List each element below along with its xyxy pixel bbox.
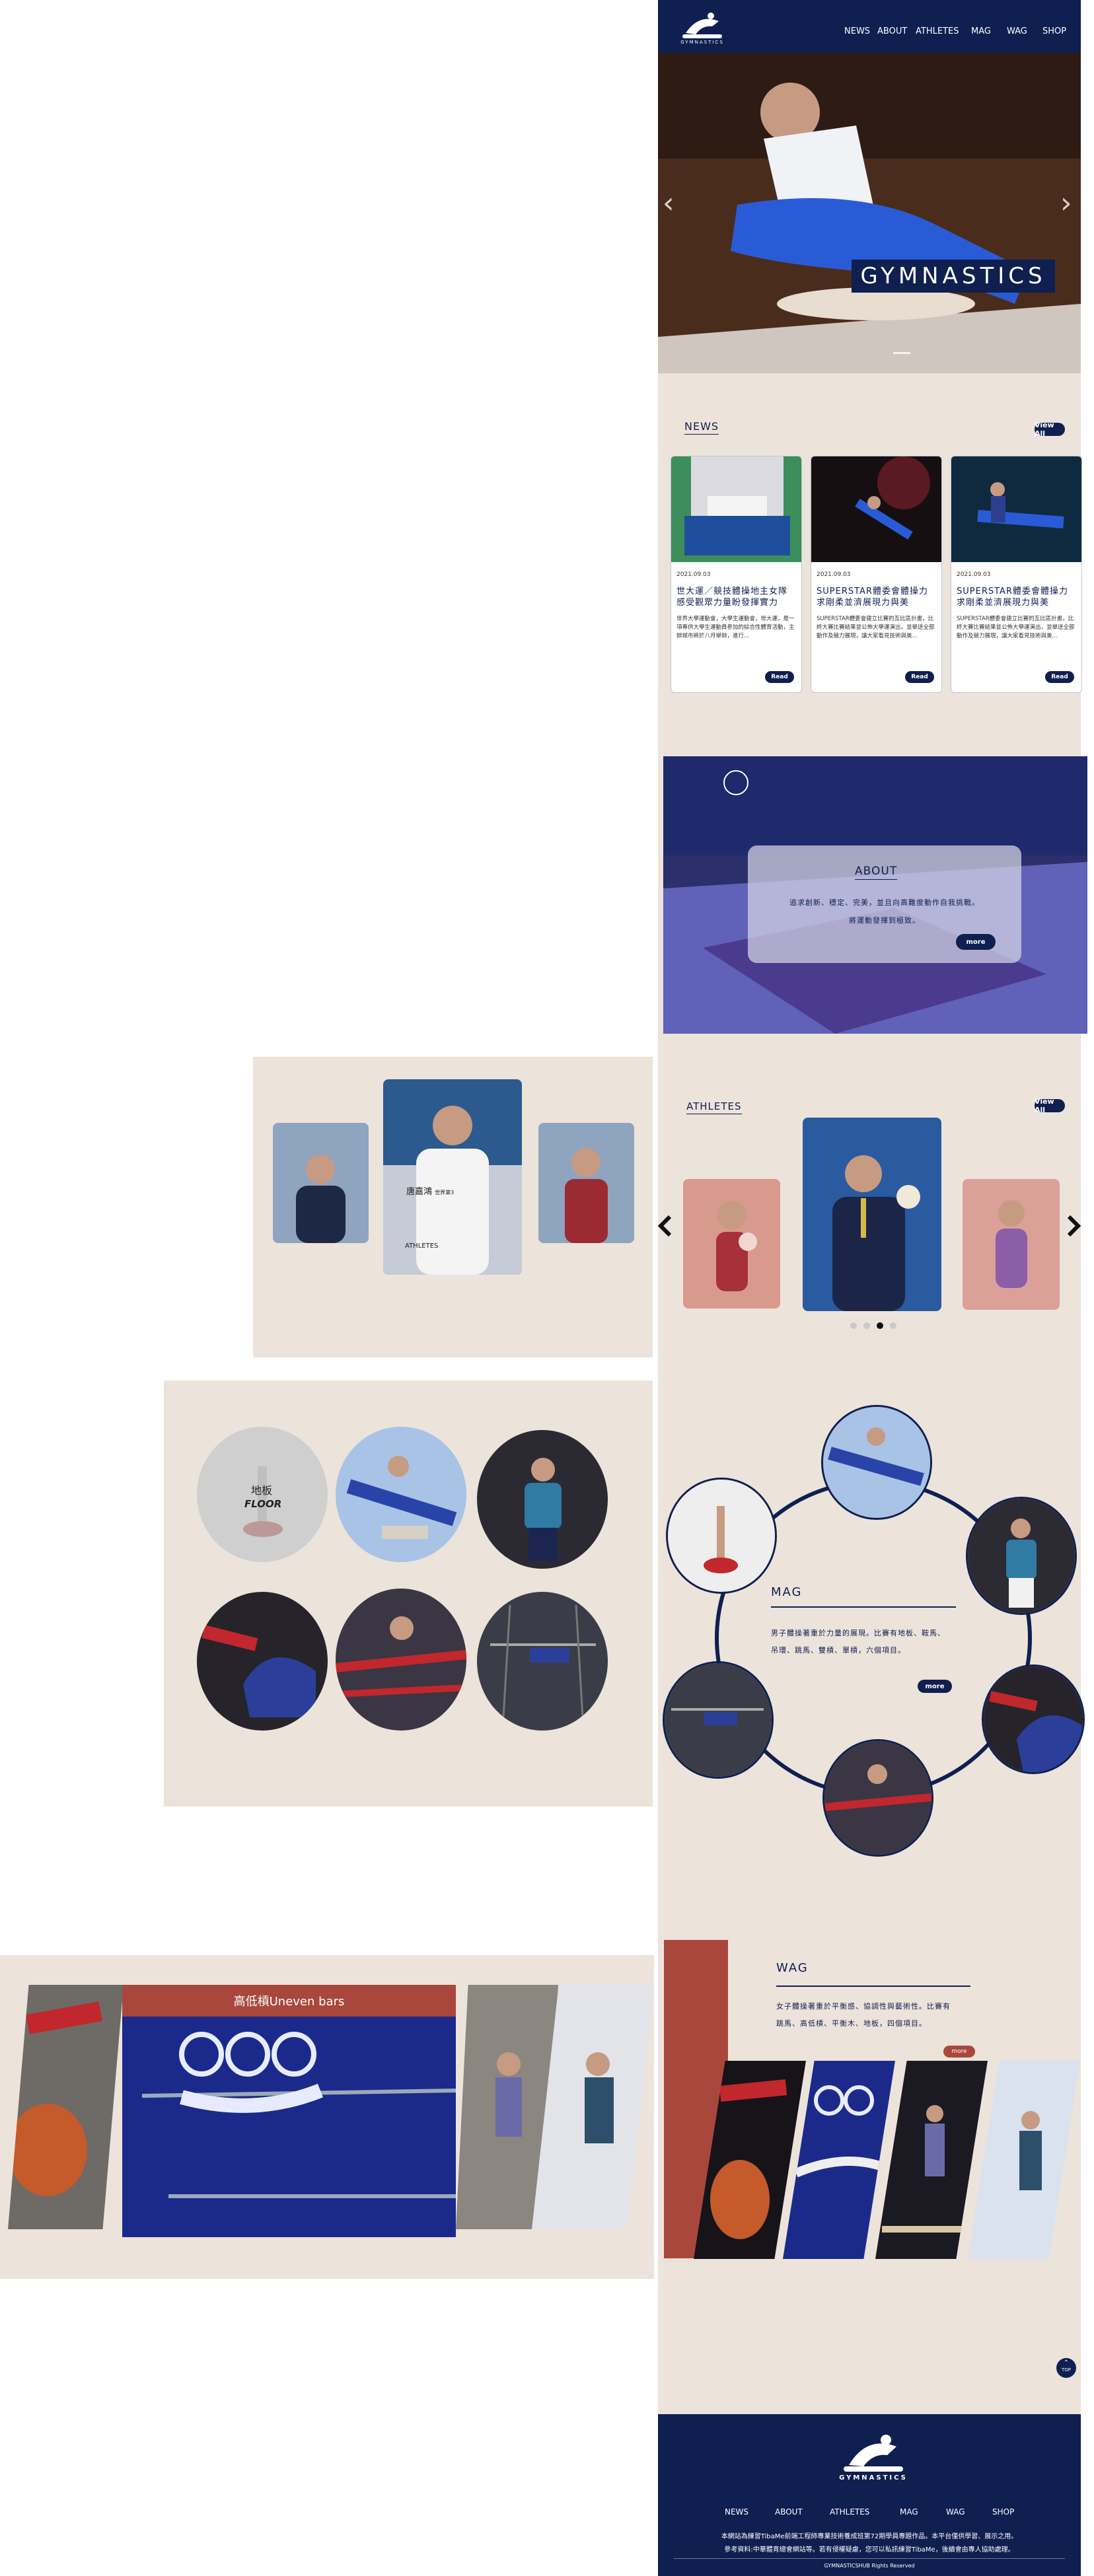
about-text-line2: 將運動發揮到極致。: [849, 916, 920, 925]
nav-wag[interactable]: WAG: [1007, 26, 1027, 36]
back-to-top-button[interactable]: ⌃ TOP: [1056, 2358, 1076, 2378]
nav-news[interactable]: NEWS: [844, 26, 870, 36]
back-to-top-label: TOP: [1061, 2367, 1071, 2373]
wag-text-line1: 女子體操著重於平衡感、協調性與藝術性。比賽有: [776, 2002, 951, 2011]
mag-highbar-circle[interactable]: [663, 1661, 774, 1779]
chevron-up-icon: ⌃: [1063, 2359, 1070, 2367]
mag-vault-circle[interactable]: [982, 1664, 1085, 1774]
footer-nav-athletes[interactable]: ATHLETES: [830, 2507, 869, 2517]
mag-rings-circle[interactable]: [966, 1497, 1077, 1615]
athlete-tag: 世界第3: [435, 1190, 455, 1196]
news-excerpt: SUPERSTAR體委會建立比賽的互比區計畫，比終大賽比賽結果並公佈大學運演出，…: [817, 616, 935, 639]
hero-banner: [658, 53, 1081, 373]
athlete-card-featured[interactable]: [803, 1118, 941, 1311]
uneven-bars-caption: 高低槓Uneven bars: [233, 1995, 345, 2009]
event-vault-circle[interactable]: [197, 1592, 328, 1731]
mag-text-line2: 吊環、跳馬、雙槓、單槓，六個項目。: [771, 1646, 906, 1655]
hero-next-arrow[interactable]: ›: [1060, 186, 1072, 220]
athlete-card[interactable]: [963, 1179, 1060, 1310]
footer-nav-about[interactable]: ABOUT: [775, 2507, 803, 2517]
wag-text-line2: 跳馬、高低槓、平衡木、地板，四個項目。: [776, 2019, 927, 2028]
event-rings-circle[interactable]: [477, 1430, 608, 1569]
news-read-button[interactable]: Read: [1045, 671, 1074, 683]
event-highbar-circle[interactable]: [477, 1592, 608, 1731]
mag-pommel-circle[interactable]: [821, 1405, 932, 1520]
logo-text: GYMNASTICS: [680, 40, 724, 45]
about-more-button[interactable]: more: [956, 934, 996, 950]
mag-floor-circle[interactable]: [666, 1478, 777, 1594]
footer-text-line1: 本網站為練習TibaMe前端工程師專業技術養成班第72期學員專題作品。本平台僅供…: [721, 2533, 1018, 2540]
mag-parallel-circle[interactable]: [822, 1739, 933, 1857]
wag-divider: [776, 1986, 970, 1987]
about-heading: ABOUT: [855, 865, 898, 880]
athletes-heading: ATHLETES: [686, 1100, 742, 1114]
mag-heading: MAG: [771, 1585, 803, 1599]
footer-nav-wag[interactable]: WAG: [946, 2507, 965, 2517]
footer-nav-news[interactable]: NEWS: [725, 2507, 748, 2517]
pagination-dot-active[interactable]: [877, 1322, 883, 1329]
news-heading: NEWS: [684, 420, 719, 435]
pagination-dot[interactable]: [863, 1322, 870, 1329]
news-excerpt: SUPERSTAR體委會建立比賽的互比區計畫，比終大賽比賽結果並公佈大學運演出，…: [957, 616, 1075, 639]
nav-shop[interactable]: SHOP: [1042, 26, 1066, 36]
athlete-photo: [273, 1123, 369, 1243]
news-read-button[interactable]: Read: [765, 671, 794, 683]
pagination-dot[interactable]: [890, 1322, 896, 1329]
news-read-button[interactable]: Read: [905, 671, 934, 683]
uneven-bars-feature[interactable]: [122, 1985, 456, 2237]
event-parallel-circle[interactable]: [336, 1589, 466, 1731]
footer-copyright: GYMNASTICSHUB Rights Reserved: [824, 2563, 915, 2569]
news-date: 2021.09.03: [676, 571, 711, 578]
news-view-all-button[interactable]: View All: [1035, 421, 1065, 438]
athlete-card[interactable]: [683, 1179, 780, 1308]
athletes-prev-arrow[interactable]: [657, 1214, 674, 1238]
athlete-photo-featured: [383, 1079, 522, 1275]
news-date: 2021.09.03: [817, 571, 851, 578]
hero-title: GYMNASTICS: [852, 260, 1055, 293]
footer-nav-mag[interactable]: MAG: [900, 2507, 918, 2517]
nav-about[interactable]: ABOUT: [877, 26, 907, 36]
hero-indicator: [893, 352, 910, 354]
athlete-name: 唐嘉鴻: [406, 1187, 433, 1197]
footer-logo-text: GYMNASTICS: [839, 2474, 908, 2482]
wag-heading: WAG: [776, 1961, 809, 1975]
footer-text-line2: 參考資料:中華體育總會網站等。若有侵權疑慮，您可以私訊練習TibaMe，後續會由…: [724, 2546, 1015, 2554]
news-title: SUPERSTAR體委會體操力求剛柔並濟展現力與美: [817, 587, 928, 608]
news-title: 世大運／競技體操地主女隊感受觀眾力量盼發揮實力: [676, 587, 788, 608]
athletes-view-all-button[interactable]: View All: [1035, 1097, 1065, 1114]
athlete-overlay-name: 唐嘉鴻 世界第3: [406, 1184, 454, 1197]
nav-athletes[interactable]: ATHLETES: [916, 26, 959, 36]
news-photo: [951, 456, 1081, 562]
pagination-dot[interactable]: [850, 1322, 857, 1329]
athletes-next-arrow[interactable]: [1065, 1214, 1081, 1238]
news-card[interactable]: 2021.09.03 SUPERSTAR體委會體操力求剛柔並濟展現力與美 SUP…: [951, 456, 1082, 693]
mag-more-button[interactable]: more: [918, 1680, 952, 1693]
footer-nav-shop[interactable]: SHOP: [992, 2507, 1014, 2517]
news-photo: [671, 456, 801, 562]
event-pommel-circle[interactable]: [336, 1427, 466, 1562]
footer-divider: [674, 2558, 1065, 2559]
floor-label-cn: 地板: [251, 1484, 273, 1497]
floor-label-en: FLOOR: [244, 1498, 282, 1510]
athletes-caption: ATHLETES: [405, 1242, 439, 1250]
hero-prev-arrow[interactable]: ‹: [663, 186, 675, 220]
mag-text-line1: 男子體操著重於力量的展現。比賽有地板、鞍馬、: [771, 1629, 945, 1637]
athlete-photo: [538, 1123, 634, 1243]
news-date: 2021.09.03: [957, 571, 991, 578]
nav-mag[interactable]: MAG: [971, 26, 991, 36]
about-text-line1: 追求創新、穩定、完美，並且向高難度動作自我挑戰。: [789, 898, 980, 907]
mag-divider: [771, 1606, 956, 1608]
logo[interactable]: GYMNASTICS: [673, 7, 732, 48]
news-card[interactable]: 2021.09.03 SUPERSTAR體委會體操力求剛柔並濟展現力與美 SUP…: [811, 456, 942, 693]
athletes-pagination: [850, 1322, 896, 1330]
wag-more-button[interactable]: more: [943, 2046, 975, 2057]
news-photo: [811, 456, 941, 562]
news-excerpt: 世界大學運動會，大學生運動會，世大運，是一項專供大學生運動員參加的綜合性體育活動…: [676, 616, 795, 639]
news-card[interactable]: 2021.09.03 世大運／競技體操地主女隊感受觀眾力量盼發揮實力 世界大學運…: [671, 456, 802, 693]
footer-logo[interactable]: GYMNASTICS: [830, 2425, 916, 2486]
news-title: SUPERSTAR體委會體操力求剛柔並濟展現力與美: [957, 587, 1068, 608]
